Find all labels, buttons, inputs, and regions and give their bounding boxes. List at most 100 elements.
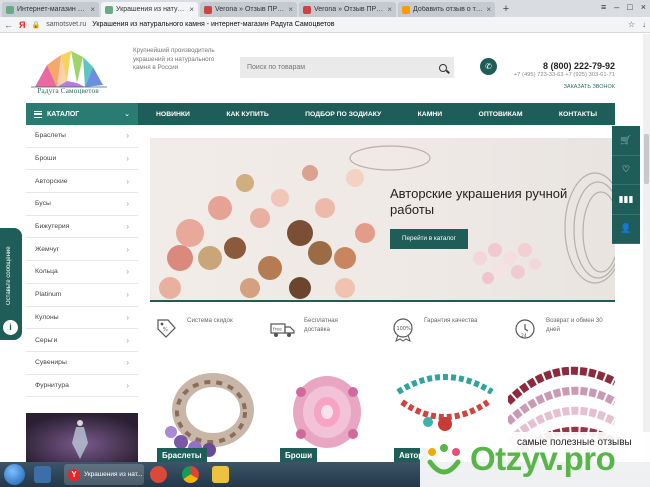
tagline: Крупнейший производитель украшений из на… xyxy=(133,47,215,71)
sidebar-item-pearls[interactable]: Жемчуг › xyxy=(26,238,138,262)
start-button-icon[interactable] xyxy=(4,464,25,485)
feedback-tab[interactable]: Оставьте сообщение i xyxy=(0,228,22,340)
heart-icon[interactable]: ♡ xyxy=(612,156,640,185)
media-icon[interactable] xyxy=(150,466,167,483)
right-floating-panel: 🛒 ♡ ▮▮▮ 👤 xyxy=(612,126,640,244)
compare-icon[interactable]: ▮▮▮ xyxy=(612,185,640,215)
back-arrow-icon[interactable]: ← xyxy=(4,20,13,30)
info-icon: i xyxy=(3,320,18,335)
explorer-icon[interactable] xyxy=(34,466,51,483)
nav-item-contacts[interactable]: Контакты xyxy=(551,111,605,118)
phone-main[interactable]: 8 (800) 222-79-92 xyxy=(500,61,615,71)
nav-item-stones[interactable]: Камни xyxy=(410,111,451,118)
url-text[interactable]: samotsvet.ru xyxy=(46,21,86,28)
browser-tab-4[interactable]: Verona » Отзыв ПРО - реа× xyxy=(299,2,396,17)
nav-item-new[interactable]: Новинки xyxy=(148,111,198,118)
chevron-right-icon: › xyxy=(126,290,129,300)
maximize-icon[interactable]: □ xyxy=(627,2,632,12)
yandex-browser-icon: Y xyxy=(68,468,80,481)
nav-item-wholesale[interactable]: Оптовикам xyxy=(471,111,531,118)
address-bar: ← Я 🔒 samotsvet.ru Украшения из натураль… xyxy=(0,17,650,33)
chevron-right-icon: › xyxy=(126,380,129,390)
sidebar-promo-image[interactable] xyxy=(26,413,138,465)
download-icon[interactable]: ↓ xyxy=(642,20,646,29)
phone-icon: ✆ xyxy=(480,58,497,75)
banner-catalog-button[interactable]: Перейти в каталог xyxy=(390,229,468,249)
chevron-right-icon: › xyxy=(126,358,129,368)
svg-text:100%: 100% xyxy=(397,326,412,332)
sidebar-item-pendants[interactable]: Кулоны › xyxy=(26,307,138,330)
minimize-icon[interactable]: – xyxy=(614,2,619,12)
taskbar-app-yandex[interactable]: Y Украшения из нат... xyxy=(64,464,144,485)
browser-tab-5[interactable]: Добавить отзыв о товаре× xyxy=(398,2,495,17)
close-window-icon[interactable]: × xyxy=(641,2,646,12)
otzyv-logo-icon xyxy=(427,444,461,475)
sidebar-item-beads[interactable]: Бусы › xyxy=(26,193,138,216)
sidebar-categories: Браслеты › Броши › Авторские › Бусы › Бижуте… xyxy=(26,125,138,398)
close-icon[interactable]: × xyxy=(288,5,293,14)
close-icon[interactable]: × xyxy=(387,5,392,14)
browser-tab-bar: Интернет-магазин украшений× Украшения из… xyxy=(0,0,650,17)
yandex-icon[interactable]: Я xyxy=(19,20,25,30)
chevron-right-icon: › xyxy=(126,244,129,254)
banner-image xyxy=(159,145,615,299)
user-icon[interactable]: 👤 xyxy=(612,215,640,244)
browser-tab-2[interactable]: Украшения из натуральн× xyxy=(101,2,198,17)
sidebar-item-brooches[interactable]: Броши › xyxy=(26,148,138,171)
search-input[interactable] xyxy=(247,64,427,71)
chevron-right-icon: › xyxy=(126,176,129,186)
chevron-right-icon: › xyxy=(126,222,129,232)
sidebar-item-bracelets[interactable]: Браслеты › xyxy=(26,125,138,148)
close-icon[interactable]: × xyxy=(486,5,491,14)
lock-icon: 🔒 xyxy=(31,21,41,29)
window-controls: ≡ – □ × xyxy=(601,2,646,12)
discount-tag-icon: % xyxy=(157,319,176,338)
feature-quality: 100% Гарантия качества xyxy=(390,316,484,342)
svg-text:%: % xyxy=(163,327,168,333)
chrome-icon[interactable] xyxy=(182,466,199,483)
sidebar-item-fittings[interactable]: Фурнитура › xyxy=(26,375,138,398)
browser-tab-1[interactable]: Интернет-магазин украшений× xyxy=(2,2,99,17)
favicon-icon xyxy=(303,5,311,14)
hero-banner[interactable]: Авторские украшения ручной работы Перейт… xyxy=(150,138,615,300)
main-nav: Каталог ⌄ Новинки Как купить Подбор по з… xyxy=(26,103,615,125)
close-icon[interactable]: × xyxy=(90,5,95,14)
watermark-logo: Otzyv.pro xyxy=(470,440,616,477)
chevron-right-icon: › xyxy=(126,154,129,164)
chevron-right-icon: › xyxy=(126,335,129,345)
page-scrollbar[interactable] xyxy=(643,34,650,462)
chevron-right-icon: › xyxy=(126,199,129,209)
category-label: Броши xyxy=(280,448,318,463)
page-title-text: Украшения из натурального камня - интерн… xyxy=(92,21,335,28)
sidebar-item-author[interactable]: Авторские › xyxy=(26,170,138,194)
sidebar-item-bijouterie[interactable]: Бижутерия › xyxy=(26,216,138,239)
search-box xyxy=(240,57,454,78)
sidebar-item-platinum[interactable]: Platinum › xyxy=(26,284,138,307)
sidebar-item-earrings[interactable]: Серьги › xyxy=(26,329,138,352)
svg-text:24: 24 xyxy=(521,333,527,339)
scrollbar-thumb[interactable] xyxy=(644,134,649,184)
cart-icon[interactable]: 🛒 xyxy=(612,126,640,156)
feature-free-delivery: free Бесплатная доставка xyxy=(270,316,364,342)
category-card-bracelets[interactable]: Браслеты xyxy=(151,362,267,465)
nav-item-how-to-buy[interactable]: Как купить xyxy=(218,111,276,118)
quality-badge-icon: 100% xyxy=(393,318,413,342)
search-icon[interactable] xyxy=(439,63,447,72)
new-tab-button[interactable]: + xyxy=(499,3,513,17)
catalog-button[interactable]: Каталог ⌄ xyxy=(26,103,138,125)
sidebar-item-rings[interactable]: Кольца › xyxy=(26,261,138,284)
sidebar-item-souvenirs[interactable]: Сувениры › xyxy=(26,352,138,375)
folder-icon[interactable] xyxy=(212,466,229,483)
favicon-icon xyxy=(105,5,113,14)
category-card-brooches[interactable]: Броши xyxy=(274,362,380,465)
menu-icon[interactable]: ≡ xyxy=(601,2,606,12)
clock-return-icon: 24 xyxy=(515,319,535,339)
nav-item-zodiac[interactable]: Подбор по зодиаку xyxy=(297,111,389,118)
star-icon[interactable]: ☆ xyxy=(628,20,635,29)
favicon-icon xyxy=(6,5,14,14)
feature-returns: 24 Возврат и обмен 30 дней xyxy=(512,316,606,342)
close-icon[interactable]: × xyxy=(189,5,194,14)
callback-link[interactable]: Заказать звонок xyxy=(500,84,615,90)
browser-tab-3[interactable]: Verona » Отзыв ПРО - реа× xyxy=(200,2,297,17)
phone-extra[interactable]: +7 (495) 723-33-63 +7 (925) 303-61-71 xyxy=(500,72,615,78)
